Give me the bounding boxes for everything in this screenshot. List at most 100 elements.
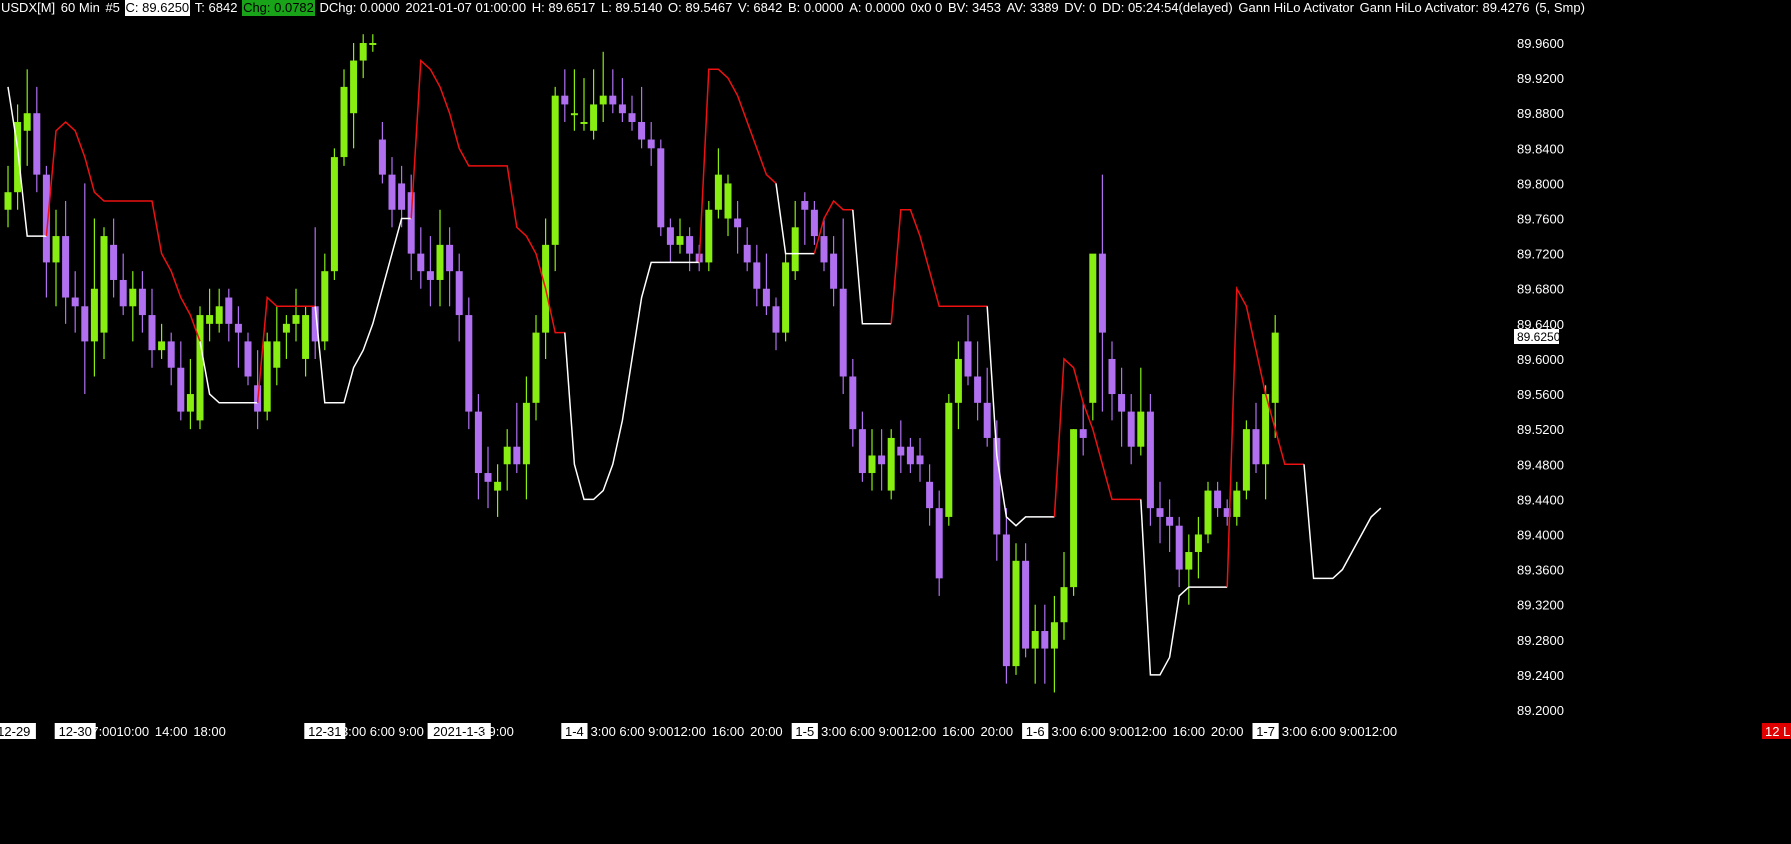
candle-down bbox=[167, 341, 175, 368]
candle-down bbox=[830, 253, 838, 289]
candle-down bbox=[628, 113, 636, 122]
candle-up bbox=[369, 43, 377, 45]
date-label: 12-31 bbox=[308, 724, 341, 739]
candle-up bbox=[954, 358, 962, 403]
candle-down bbox=[1214, 490, 1222, 509]
time-label: 12:00 bbox=[673, 724, 706, 739]
time-label: 6:00 bbox=[1311, 724, 1336, 739]
candle-down bbox=[1127, 411, 1135, 447]
candle-up bbox=[273, 341, 281, 368]
candle-down bbox=[225, 297, 233, 324]
candle-up bbox=[1242, 429, 1250, 491]
price-tick-label: 89.7200 bbox=[1517, 247, 1564, 262]
candle-up bbox=[1031, 631, 1039, 649]
candle-down bbox=[426, 271, 434, 280]
price-tick-label: 89.3600 bbox=[1517, 563, 1564, 578]
price-axis[interactable]: 89.9600 89.9200 89.8800 89.8400 89.8000 89.76… bbox=[1514, 36, 1564, 718]
candle-up bbox=[1012, 560, 1020, 667]
time-axis[interactable]: 0-12-2912-307:0010:0014:0018:0012-313:00… bbox=[0, 723, 1791, 739]
candle-down bbox=[964, 341, 972, 377]
time-label: 3:00 bbox=[1051, 724, 1076, 739]
candle-down bbox=[935, 508, 943, 579]
time-label: 19:00 bbox=[481, 724, 514, 739]
candle-down bbox=[820, 236, 828, 263]
candle-down bbox=[686, 236, 694, 254]
candles-layer bbox=[4, 34, 1279, 693]
candle-up bbox=[1060, 587, 1068, 623]
hilo-resistance-line bbox=[890, 209, 988, 324]
candle-down bbox=[916, 455, 924, 465]
candle-down bbox=[657, 148, 665, 228]
candle-up bbox=[4, 192, 12, 210]
candle-down bbox=[974, 376, 982, 403]
candle-down bbox=[33, 113, 41, 175]
time-label: 12:00 bbox=[904, 724, 937, 739]
candle-up bbox=[129, 288, 137, 307]
time-label: 6:00 bbox=[619, 724, 644, 739]
candle-down bbox=[1041, 631, 1049, 649]
end-marker-label: 12 L bbox=[1765, 724, 1790, 739]
candle-down bbox=[926, 481, 934, 509]
price-tick-label: 89.4400 bbox=[1517, 492, 1564, 507]
candle-down bbox=[234, 323, 242, 333]
candle-up bbox=[551, 95, 559, 245]
candle-down bbox=[42, 174, 50, 263]
price-tick-label: 89.4000 bbox=[1517, 527, 1564, 542]
hilo-support-line bbox=[1303, 464, 1382, 580]
price-tick-label: 89.5200 bbox=[1517, 422, 1564, 437]
price-tick-label: 89.6800 bbox=[1517, 282, 1564, 297]
candle-down bbox=[1022, 560, 1030, 649]
candle-down bbox=[1175, 525, 1183, 570]
candle-up bbox=[945, 402, 953, 517]
candle-up bbox=[570, 113, 578, 116]
date-label: 2021-1-3 bbox=[433, 724, 485, 739]
time-label: 10:00 bbox=[117, 724, 150, 739]
time-label: 20:00 bbox=[750, 724, 783, 739]
candle-up bbox=[52, 236, 60, 263]
candle-up bbox=[1194, 534, 1202, 553]
price-tick-label: 89.4800 bbox=[1517, 457, 1564, 472]
time-label: 18:00 bbox=[193, 724, 226, 739]
candle-up bbox=[359, 43, 367, 61]
price-tick-label: 89.2400 bbox=[1517, 668, 1564, 683]
candle-up bbox=[1233, 490, 1241, 517]
candle-up bbox=[350, 60, 358, 114]
price-tick-label: 89.8800 bbox=[1517, 106, 1564, 121]
candle-down bbox=[446, 244, 454, 272]
price-tick-label: 89.5600 bbox=[1517, 387, 1564, 402]
date-label: 0-12-29 bbox=[0, 724, 30, 739]
time-label: 3:00 bbox=[591, 724, 616, 739]
time-label: 14:00 bbox=[155, 724, 188, 739]
candle-down bbox=[407, 192, 415, 254]
candle-down bbox=[138, 288, 146, 316]
candle-down bbox=[1118, 394, 1126, 412]
time-label: 12:00 bbox=[1134, 724, 1167, 739]
candle-up bbox=[522, 402, 530, 465]
candle-up bbox=[1271, 332, 1279, 403]
hilo-support-line bbox=[852, 209, 892, 325]
candle-down bbox=[148, 315, 156, 351]
time-label: 20:00 bbox=[1211, 724, 1244, 739]
candle-down bbox=[417, 253, 425, 272]
candle-down bbox=[1098, 253, 1106, 333]
candle-up bbox=[292, 315, 300, 324]
candle-down bbox=[484, 473, 492, 482]
candle-down bbox=[839, 288, 847, 377]
price-tick-label: 89.7600 bbox=[1517, 212, 1564, 227]
time-label: 20:00 bbox=[981, 724, 1014, 739]
candle-up bbox=[90, 288, 98, 342]
date-label: 1-5 bbox=[795, 724, 814, 739]
price-chart[interactable]: 89.9600 89.9200 89.8800 89.8400 89.8000 89.76… bbox=[0, 0, 1791, 844]
time-label: 6:00 bbox=[1080, 724, 1105, 739]
candle-up bbox=[321, 271, 329, 342]
date-label: 1-7 bbox=[1256, 724, 1275, 739]
hilo-resistance-line bbox=[410, 58, 565, 334]
hilo-support-line bbox=[1140, 499, 1228, 676]
time-label: 16:00 bbox=[1173, 724, 1206, 739]
time-label: 9:00 bbox=[399, 724, 424, 739]
candle-up bbox=[532, 332, 540, 403]
price-tick-label: 89.8000 bbox=[1517, 176, 1564, 191]
candle-down bbox=[119, 279, 127, 307]
candle-up bbox=[599, 95, 607, 105]
price-tick-label: 89.8400 bbox=[1517, 141, 1564, 156]
